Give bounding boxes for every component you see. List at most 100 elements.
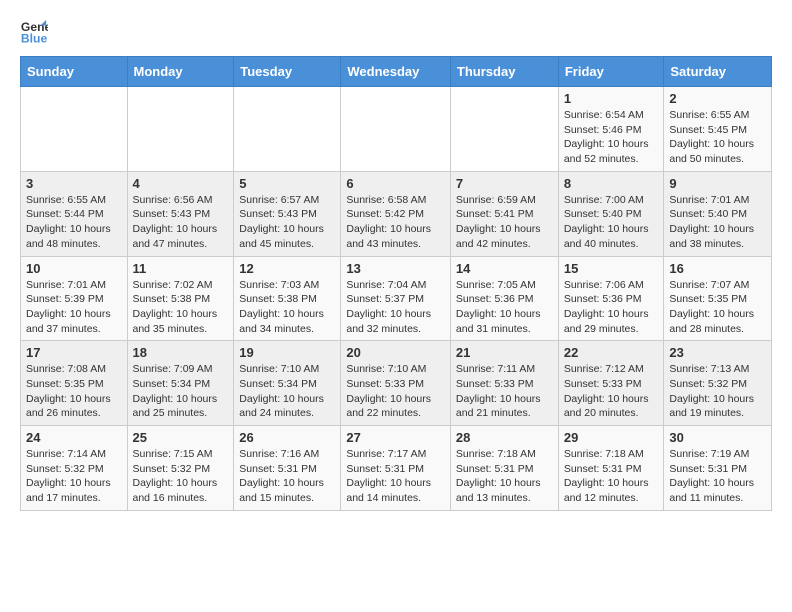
calendar-day-cell: 21Sunrise: 7:11 AM Sunset: 5:33 PM Dayli… (450, 341, 558, 426)
day-number: 1 (564, 91, 659, 106)
calendar-day-cell: 5 Sunrise: 6:57 AM Sunset: 5:43 PM Daylig… (234, 171, 341, 256)
calendar-day-cell: 3Sunrise: 6:55 AM Sunset: 5:44 PM Daylig… (21, 171, 128, 256)
day-number: 6 (346, 176, 445, 191)
calendar-header-cell: Tuesday (234, 57, 341, 87)
calendar-day-cell: 14 Sunrise: 7:05 AM Sunset: 5:36 PM Dayli… (450, 256, 558, 341)
calendar-table: SundayMondayTuesdayWednesdayThursdayFrid… (20, 56, 772, 511)
day-number: 26 (239, 430, 335, 445)
calendar-week-row: 1 Sunrise: 6:54 AM Sunset: 5:46 PM Daylig… (21, 87, 772, 172)
day-info: Sunrise: 6:57 AM Sunset: 5:43 PM Dayligh… (239, 193, 335, 252)
calendar-day-cell (341, 87, 451, 172)
day-number: 24 (26, 430, 122, 445)
day-info: Sunrise: 6:55 AM Sunset: 5:45 PM Dayligh… (669, 108, 766, 167)
day-number: 12 (239, 261, 335, 276)
calendar-week-row: 24 Sunrise: 7:14 AM Sunset: 5:32 PM Dayli… (21, 426, 772, 511)
calendar-week-row: 10 Sunrise: 7:01 AM Sunset: 5:39 PM Dayli… (21, 256, 772, 341)
calendar-day-cell (234, 87, 341, 172)
day-info: Sunrise: 6:58 AM Sunset: 5:42 PM Dayligh… (346, 193, 445, 252)
day-info: Sunrise: 7:10 AM Sunset: 5:34 PM Dayligh… (239, 362, 335, 421)
day-number: 30 (669, 430, 766, 445)
day-number: 27 (346, 430, 445, 445)
day-number: 8 (564, 176, 659, 191)
day-number: 28 (456, 430, 553, 445)
calendar-day-cell: 7Sunrise: 6:59 AM Sunset: 5:41 PM Daylig… (450, 171, 558, 256)
day-info: Sunrise: 7:14 AM Sunset: 5:32 PM Dayligh… (26, 447, 122, 506)
day-number: 23 (669, 345, 766, 360)
day-number: 25 (133, 430, 229, 445)
calendar-header-row: SundayMondayTuesdayWednesdayThursdayFrid… (21, 57, 772, 87)
calendar-day-cell: 16 Sunrise: 7:07 AM Sunset: 5:35 PM Dayli… (664, 256, 772, 341)
day-number: 17 (26, 345, 122, 360)
calendar-wrapper: SundayMondayTuesdayWednesdayThursdayFrid… (0, 56, 792, 521)
calendar-day-cell: 20Sunrise: 7:10 AM Sunset: 5:33 PM Dayli… (341, 341, 451, 426)
day-number: 15 (564, 261, 659, 276)
calendar-day-cell: 6 Sunrise: 6:58 AM Sunset: 5:42 PM Daylig… (341, 171, 451, 256)
header: General Blue (0, 0, 792, 56)
svg-text:Blue: Blue (21, 31, 48, 45)
calendar-day-cell: 25 Sunrise: 7:15 AM Sunset: 5:32 PM Dayli… (127, 426, 234, 511)
logo: General Blue (20, 18, 52, 46)
day-info: Sunrise: 7:16 AM Sunset: 5:31 PM Dayligh… (239, 447, 335, 506)
calendar-day-cell (127, 87, 234, 172)
day-number: 2 (669, 91, 766, 106)
calendar-header-cell: Saturday (664, 57, 772, 87)
calendar-day-cell: 13Sunrise: 7:04 AM Sunset: 5:37 PM Dayli… (341, 256, 451, 341)
day-info: Sunrise: 7:00 AM Sunset: 5:40 PM Dayligh… (564, 193, 659, 252)
day-number: 16 (669, 261, 766, 276)
day-info: Sunrise: 7:15 AM Sunset: 5:32 PM Dayligh… (133, 447, 229, 506)
calendar-week-row: 17Sunrise: 7:08 AM Sunset: 5:35 PM Dayli… (21, 341, 772, 426)
day-info: Sunrise: 7:18 AM Sunset: 5:31 PM Dayligh… (564, 447, 659, 506)
calendar-body: 1 Sunrise: 6:54 AM Sunset: 5:46 PM Daylig… (21, 87, 772, 511)
calendar-day-cell: 4Sunrise: 6:56 AM Sunset: 5:43 PM Daylig… (127, 171, 234, 256)
day-number: 18 (133, 345, 229, 360)
calendar-day-cell: 23Sunrise: 7:13 AM Sunset: 5:32 PM Dayli… (664, 341, 772, 426)
calendar-day-cell: 28 Sunrise: 7:18 AM Sunset: 5:31 PM Dayli… (450, 426, 558, 511)
day-number: 4 (133, 176, 229, 191)
day-info: Sunrise: 6:55 AM Sunset: 5:44 PM Dayligh… (26, 193, 122, 252)
calendar-day-cell: 22Sunrise: 7:12 AM Sunset: 5:33 PM Dayli… (558, 341, 664, 426)
day-number: 10 (26, 261, 122, 276)
calendar-day-cell: 2 Sunrise: 6:55 AM Sunset: 5:45 PM Daylig… (664, 87, 772, 172)
day-number: 20 (346, 345, 445, 360)
calendar-day-cell: 19 Sunrise: 7:10 AM Sunset: 5:34 PM Dayli… (234, 341, 341, 426)
calendar-day-cell: 30Sunrise: 7:19 AM Sunset: 5:31 PM Dayli… (664, 426, 772, 511)
day-number: 11 (133, 261, 229, 276)
day-number: 29 (564, 430, 659, 445)
day-info: Sunrise: 7:01 AM Sunset: 5:39 PM Dayligh… (26, 278, 122, 337)
calendar-day-cell: 15 Sunrise: 7:06 AM Sunset: 5:36 PM Dayli… (558, 256, 664, 341)
day-info: Sunrise: 7:18 AM Sunset: 5:31 PM Dayligh… (456, 447, 553, 506)
day-info: Sunrise: 7:06 AM Sunset: 5:36 PM Dayligh… (564, 278, 659, 337)
calendar-day-cell: 24 Sunrise: 7:14 AM Sunset: 5:32 PM Dayli… (21, 426, 128, 511)
calendar-day-cell: 11Sunrise: 7:02 AM Sunset: 5:38 PM Dayli… (127, 256, 234, 341)
calendar-header-cell: Wednesday (341, 57, 451, 87)
day-number: 9 (669, 176, 766, 191)
day-info: Sunrise: 7:07 AM Sunset: 5:35 PM Dayligh… (669, 278, 766, 337)
calendar-day-cell: 1 Sunrise: 6:54 AM Sunset: 5:46 PM Daylig… (558, 87, 664, 172)
day-info: Sunrise: 7:09 AM Sunset: 5:34 PM Dayligh… (133, 362, 229, 421)
calendar-header-cell: Thursday (450, 57, 558, 87)
calendar-day-cell: 12 Sunrise: 7:03 AM Sunset: 5:38 PM Dayli… (234, 256, 341, 341)
day-number: 21 (456, 345, 553, 360)
logo-icon: General Blue (20, 18, 48, 46)
day-info: Sunrise: 7:05 AM Sunset: 5:36 PM Dayligh… (456, 278, 553, 337)
calendar-day-cell (450, 87, 558, 172)
calendar-day-cell: 18 Sunrise: 7:09 AM Sunset: 5:34 PM Dayli… (127, 341, 234, 426)
day-info: Sunrise: 7:03 AM Sunset: 5:38 PM Dayligh… (239, 278, 335, 337)
calendar-day-cell: 26 Sunrise: 7:16 AM Sunset: 5:31 PM Dayli… (234, 426, 341, 511)
calendar-day-cell (21, 87, 128, 172)
calendar-day-cell: 10 Sunrise: 7:01 AM Sunset: 5:39 PM Dayli… (21, 256, 128, 341)
calendar-header-cell: Monday (127, 57, 234, 87)
day-info: Sunrise: 6:54 AM Sunset: 5:46 PM Dayligh… (564, 108, 659, 167)
day-number: 5 (239, 176, 335, 191)
day-info: Sunrise: 6:59 AM Sunset: 5:41 PM Dayligh… (456, 193, 553, 252)
calendar-day-cell: 17Sunrise: 7:08 AM Sunset: 5:35 PM Dayli… (21, 341, 128, 426)
calendar-day-cell: 9 Sunrise: 7:01 AM Sunset: 5:40 PM Daylig… (664, 171, 772, 256)
calendar-day-cell: 29 Sunrise: 7:18 AM Sunset: 5:31 PM Dayli… (558, 426, 664, 511)
day-number: 14 (456, 261, 553, 276)
day-number: 22 (564, 345, 659, 360)
calendar-header-cell: Friday (558, 57, 664, 87)
day-number: 19 (239, 345, 335, 360)
day-info: Sunrise: 7:01 AM Sunset: 5:40 PM Dayligh… (669, 193, 766, 252)
day-info: Sunrise: 7:17 AM Sunset: 5:31 PM Dayligh… (346, 447, 445, 506)
calendar-week-row: 3Sunrise: 6:55 AM Sunset: 5:44 PM Daylig… (21, 171, 772, 256)
